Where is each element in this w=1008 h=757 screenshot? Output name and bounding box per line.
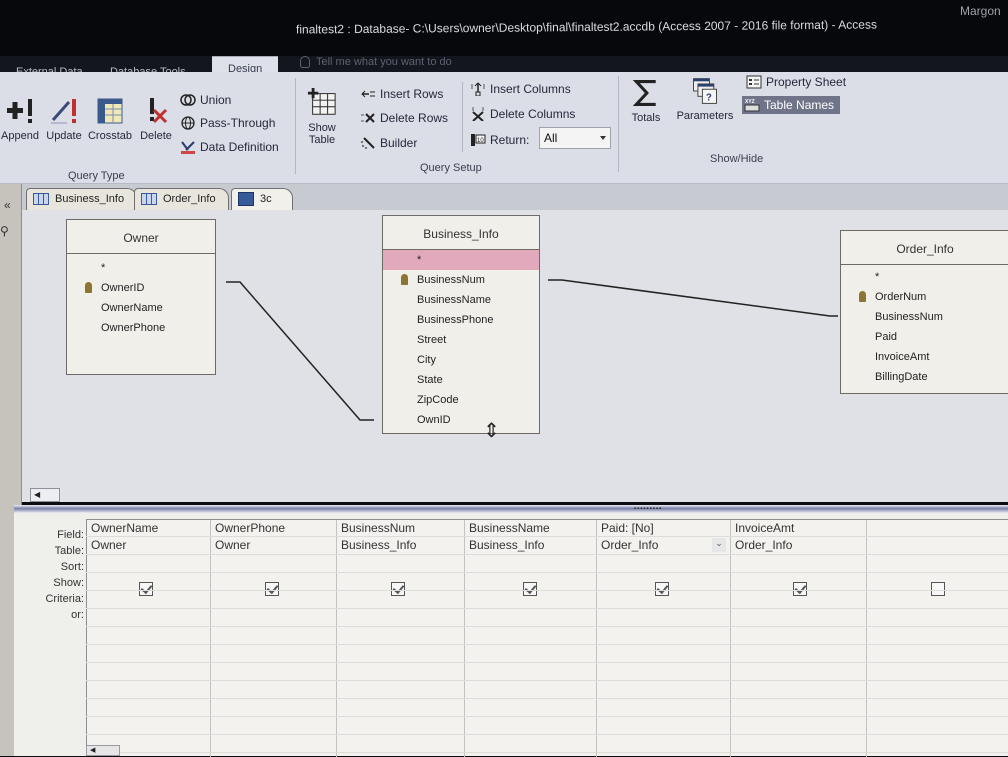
show-checkbox[interactable] [655,582,669,596]
row-label-field: Field: [57,529,84,541]
field-item[interactable]: OrderNum [841,287,1008,307]
grid-body: OwnerName Owner OwnerPhone Owner Busines… [86,519,1008,757]
field-list-title[interactable]: Business_Info [383,216,539,250]
field-item[interactable]: * [383,250,539,270]
show-checkbox[interactable] [391,582,405,596]
pane-splitter[interactable]: ▪▪▪▪▪▪▪▪▪ [14,505,1008,513]
field-list-title[interactable]: Owner [67,220,215,254]
field-item[interactable]: BusinessPhone [383,310,539,330]
row-label-table: Table: [54,545,84,557]
field-cell[interactable]: OwnerPhone [211,520,336,537]
show-checkbox[interactable] [523,582,537,596]
field-item[interactable]: OwnerID [67,278,215,298]
show-checkbox[interactable] [793,582,807,596]
grid-row-labels: Field: Table: Sort: Show: Criteria: or: [14,527,84,623]
resize-vertical-cursor-icon: ⇕ [483,420,500,442]
field-item[interactable]: OwnID [383,410,539,430]
field-item[interactable]: City [383,350,539,370]
canvas-scroll-left-button[interactable]: ◀ [30,488,60,502]
field-label: BusinessNum [417,274,485,286]
field-list-business-info[interactable]: Business_Info * BusinessNum BusinessName… [382,215,540,434]
table-cell[interactable]: Owner [87,537,210,554]
field-cell[interactable]: InvoiceAmt [731,520,866,537]
table-dropdown-chevron-icon[interactable]: ⌄ [712,538,726,552]
field-list-order-info[interactable]: Order_Info * OrderNum BusinessNum Paid I… [840,230,1008,394]
field-item[interactable]: * [841,267,1008,287]
join-line-business-order [548,279,838,317]
row-label-or: or: [71,609,84,621]
grid-column-empty[interactable] [867,520,1008,757]
grid-column[interactable]: OwnerName Owner [87,520,211,757]
grid-column[interactable]: InvoiceAmt Order_Info [731,520,867,757]
field-item[interactable]: ZipCode [383,390,539,410]
field-label: OrderNum [875,291,927,303]
show-checkbox[interactable] [139,582,153,596]
primary-key-icon [859,291,866,302]
grid-column[interactable]: OwnerPhone Owner [211,520,337,757]
grid-column[interactable]: BusinessNum Business_Info [337,520,465,757]
field-cell[interactable]: BusinessName [465,520,596,537]
table-cell[interactable]: Business_Info [337,537,464,554]
primary-key-icon [85,282,92,293]
field-list-owner[interactable]: Owner * OwnerID OwnerName OwnerPhone [66,219,216,375]
grid-column[interactable]: BusinessName Business_Info [465,520,597,757]
field-item[interactable]: * [67,258,215,278]
row-label-criteria: Criteria: [45,593,84,605]
show-checkbox[interactable] [931,582,945,596]
table-cell[interactable]: Owner [211,537,336,554]
field-cell[interactable]: BusinessNum [337,520,464,537]
query-design-grid: Field: Table: Sort: Show: Criteria: or: … [14,513,1008,757]
table-cell[interactable] [867,537,1008,554]
field-item[interactable]: BusinessName [383,290,539,310]
table-cell[interactable]: Order_Info [731,537,866,554]
field-item[interactable]: OwnerName [67,298,215,318]
field-label: OwnerID [101,282,145,294]
field-item[interactable]: State [383,370,539,390]
field-item[interactable]: BusinessNum [841,307,1008,327]
row-label-sort: Sort: [60,561,84,573]
field-item[interactable]: Street [383,330,539,350]
table-cell[interactable]: Business_Info [465,537,596,554]
grid-scroll-left-button[interactable]: ◀ [86,745,120,756]
field-cell[interactable]: OwnerName [87,520,210,537]
grid-column-selected[interactable]: Paid: [No] Order_Info ⌄ [597,520,731,757]
field-item[interactable]: OwnerPhone [67,318,215,338]
field-cell[interactable] [867,520,1008,537]
primary-key-icon [401,274,408,285]
table-cell[interactable]: Order_Info [597,537,730,554]
show-checkbox[interactable] [265,582,279,596]
field-cell[interactable]: Paid: [No] [597,520,730,537]
splitter-grip-icon: ▪▪▪▪▪▪▪▪▪ [634,506,663,512]
field-item[interactable]: InvoiceAmt [841,347,1008,367]
join-line-owner-business [226,281,374,421]
field-item[interactable]: Paid [841,327,1008,347]
field-item[interactable]: BusinessNum [383,270,539,290]
row-label-show: Show: [53,577,84,589]
field-list-title[interactable]: Order_Info [841,231,1008,265]
field-item[interactable]: BillingDate [841,367,1008,387]
